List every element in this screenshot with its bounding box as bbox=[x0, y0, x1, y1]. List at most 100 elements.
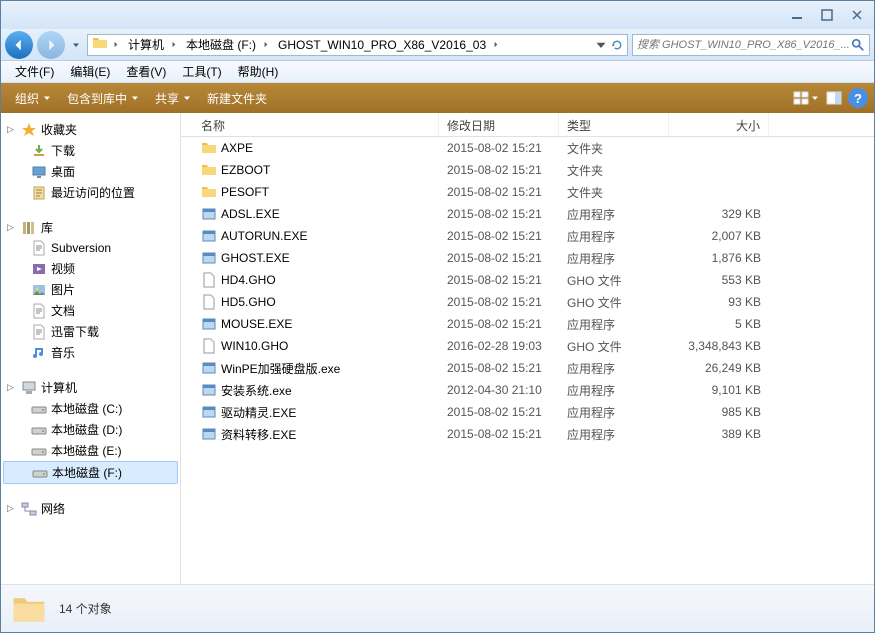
file-name: WinPE加强硬盘版.exe bbox=[221, 360, 340, 377]
sidebar-item-thunder[interactable]: 迅雷下载 bbox=[3, 321, 178, 342]
sidebar-item-drive-d[interactable]: 本地磁盘 (D:) bbox=[3, 419, 178, 440]
file-type: GHO 文件 bbox=[559, 294, 669, 311]
breadcrumb-segment[interactable]: 本地磁盘 (F:) bbox=[180, 35, 258, 55]
file-icon bbox=[201, 272, 217, 288]
file-date: 2015-08-02 15:21 bbox=[439, 229, 559, 243]
drive-icon bbox=[31, 443, 47, 459]
organize-button[interactable]: 组织 bbox=[7, 86, 59, 111]
file-date: 2015-08-02 15:21 bbox=[439, 361, 559, 375]
column-type[interactable]: 类型 bbox=[559, 113, 669, 136]
sidebar-item-drive-c[interactable]: 本地磁盘 (C:) bbox=[3, 398, 178, 419]
share-button[interactable]: 共享 bbox=[147, 86, 199, 111]
file-date: 2015-08-02 15:21 bbox=[439, 273, 559, 287]
file-type: 应用程序 bbox=[559, 206, 669, 223]
file-row[interactable]: WIN10.GHO2016-02-28 19:03GHO 文件3,348,843… bbox=[181, 335, 874, 357]
file-type: GHO 文件 bbox=[559, 338, 669, 355]
sidebar-item-pictures[interactable]: 图片 bbox=[3, 279, 178, 300]
library-icon bbox=[21, 220, 37, 236]
file-row[interactable]: 安装系统.exe2012-04-30 21:10应用程序9,101 KB bbox=[181, 379, 874, 401]
menu-help[interactable]: 帮助(H) bbox=[230, 61, 287, 82]
include-library-button[interactable]: 包含到库中 bbox=[59, 86, 147, 111]
file-row[interactable]: AXPE2015-08-02 15:21文件夹 bbox=[181, 137, 874, 159]
back-button[interactable] bbox=[5, 31, 33, 59]
file-row[interactable]: PESOFT2015-08-02 15:21文件夹 bbox=[181, 181, 874, 203]
file-icon bbox=[201, 184, 217, 200]
file-row[interactable]: WinPE加强硬盘版.exe2015-08-02 15:21应用程序26,249… bbox=[181, 357, 874, 379]
star-icon bbox=[21, 122, 37, 138]
breadcrumb-label: 计算机 bbox=[128, 36, 164, 53]
new-folder-button[interactable]: 新建文件夹 bbox=[199, 86, 275, 111]
column-date[interactable]: 修改日期 bbox=[439, 113, 559, 136]
file-icon bbox=[201, 404, 217, 420]
minimize-button[interactable] bbox=[784, 6, 810, 24]
file-row[interactable]: ADSL.EXE2015-08-02 15:21应用程序329 KB bbox=[181, 203, 874, 225]
breadcrumb-segment[interactable]: 计算机 bbox=[122, 35, 166, 55]
file-icon bbox=[201, 206, 217, 222]
search-box[interactable] bbox=[632, 34, 870, 56]
file-row[interactable]: 驱动精灵.EXE2015-08-02 15:21应用程序985 KB bbox=[181, 401, 874, 423]
video-icon bbox=[31, 261, 47, 277]
sidebar-item-documents[interactable]: 文档 bbox=[3, 300, 178, 321]
favorites-group[interactable]: ▷收藏夹 bbox=[3, 119, 178, 140]
sidebar-item-music[interactable]: 音乐 bbox=[3, 342, 178, 363]
group-label: 收藏夹 bbox=[41, 121, 77, 138]
file-size: 3,348,843 KB bbox=[669, 339, 769, 353]
network-group[interactable]: ▷网络 bbox=[3, 498, 178, 519]
sidebar-item-drive-f[interactable]: 本地磁盘 (F:) bbox=[3, 461, 178, 484]
file-icon bbox=[201, 294, 217, 310]
file-type: GHO 文件 bbox=[559, 272, 669, 289]
libraries-group[interactable]: ▷库 bbox=[3, 217, 178, 238]
computer-group[interactable]: ▷计算机 bbox=[3, 377, 178, 398]
sidebar-item-videos[interactable]: 视频 bbox=[3, 258, 178, 279]
file-icon bbox=[201, 382, 217, 398]
search-input[interactable] bbox=[637, 39, 851, 51]
picture-icon bbox=[31, 282, 47, 298]
sidebar-item-downloads[interactable]: 下载 bbox=[3, 140, 178, 161]
file-row[interactable]: GHOST.EXE2015-08-02 15:21应用程序1,876 KB bbox=[181, 247, 874, 269]
file-name: GHOST.EXE bbox=[221, 251, 290, 265]
file-row[interactable]: MOUSE.EXE2015-08-02 15:21应用程序5 KB bbox=[181, 313, 874, 335]
file-date: 2015-08-02 15:21 bbox=[439, 207, 559, 221]
sidebar-item-subversion[interactable]: Subversion bbox=[3, 238, 178, 258]
file-date: 2015-08-02 15:21 bbox=[439, 163, 559, 177]
doc-icon bbox=[31, 303, 47, 319]
drive-icon bbox=[31, 401, 47, 417]
column-size[interactable]: 大小 bbox=[669, 113, 769, 136]
address-bar[interactable]: 计算机 本地磁盘 (F:) GHOST_WIN10_PRO_X86_V2016_… bbox=[87, 34, 628, 56]
file-name: PESOFT bbox=[221, 185, 269, 199]
file-row[interactable]: HD5.GHO2015-08-02 15:21GHO 文件93 KB bbox=[181, 291, 874, 313]
file-row[interactable]: AUTORUN.EXE2015-08-02 15:21应用程序2,007 KB bbox=[181, 225, 874, 247]
history-dropdown[interactable] bbox=[69, 35, 83, 55]
download-icon bbox=[31, 143, 47, 159]
help-button[interactable]: ? bbox=[848, 88, 868, 108]
view-options-button[interactable] bbox=[792, 86, 820, 110]
sidebar-item-desktop[interactable]: 桌面 bbox=[3, 161, 178, 182]
file-size: 9,101 KB bbox=[669, 383, 769, 397]
explorer-window: 计算机 本地磁盘 (F:) GHOST_WIN10_PRO_X86_V2016_… bbox=[0, 0, 875, 633]
menu-edit[interactable]: 编辑(E) bbox=[62, 61, 118, 82]
dropdown-icon[interactable] bbox=[595, 39, 607, 51]
file-size: 553 KB bbox=[669, 273, 769, 287]
forward-button[interactable] bbox=[37, 31, 65, 59]
file-icon bbox=[201, 162, 217, 178]
refresh-icon[interactable] bbox=[611, 39, 623, 51]
file-type: 应用程序 bbox=[559, 228, 669, 245]
file-row[interactable]: HD4.GHO2015-08-02 15:21GHO 文件553 KB bbox=[181, 269, 874, 291]
menu-file[interactable]: 文件(F) bbox=[7, 61, 62, 82]
search-icon[interactable] bbox=[851, 38, 865, 52]
maximize-button[interactable] bbox=[814, 6, 840, 24]
sidebar-item-drive-e[interactable]: 本地磁盘 (E:) bbox=[3, 440, 178, 461]
breadcrumb-segment[interactable]: GHOST_WIN10_PRO_X86_V2016_03 bbox=[272, 35, 488, 55]
file-row[interactable]: 资料转移.EXE2015-08-02 15:21应用程序389 KB bbox=[181, 423, 874, 445]
menu-tools[interactable]: 工具(T) bbox=[174, 61, 229, 82]
close-button[interactable] bbox=[844, 6, 870, 24]
column-name[interactable]: 名称 bbox=[181, 113, 439, 136]
drive-icon bbox=[31, 422, 47, 438]
navigation-pane: ▷收藏夹 下载 桌面 最近访问的位置 ▷库 Subversion 视频 图片 文… bbox=[1, 113, 181, 584]
sidebar-item-recent[interactable]: 最近访问的位置 bbox=[3, 182, 178, 203]
preview-pane-button[interactable] bbox=[820, 86, 848, 110]
computer-icon bbox=[21, 380, 37, 396]
menu-view[interactable]: 查看(V) bbox=[118, 61, 174, 82]
music-icon bbox=[31, 345, 47, 361]
file-row[interactable]: EZBOOT2015-08-02 15:21文件夹 bbox=[181, 159, 874, 181]
